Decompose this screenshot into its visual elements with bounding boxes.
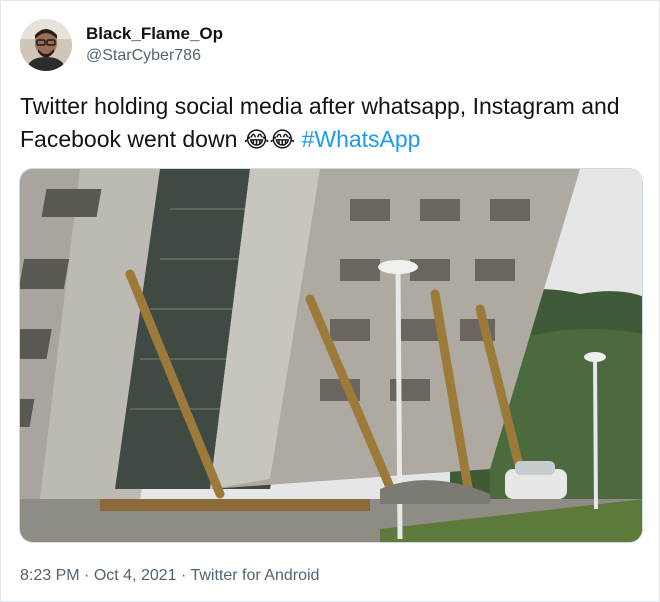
avatar[interactable] — [20, 19, 72, 71]
meta-separator: · — [84, 567, 90, 584]
tweet-source[interactable]: Twitter for Android — [190, 567, 319, 584]
tweet-image[interactable] — [19, 168, 643, 543]
tweet-card: Black_Flame_Op @StarCyber786 Twitter hol… — [0, 0, 660, 602]
leaning-building-photo — [20, 169, 642, 542]
user-names: Black_Flame_Op @StarCyber786 — [86, 24, 223, 66]
tweet-meta: 8:23 PM · Oct 4, 2021 · Twitter for Andr… — [20, 566, 319, 586]
hashtag-link[interactable]: #WhatsApp — [302, 126, 421, 152]
display-name[interactable]: Black_Flame_Op — [86, 24, 223, 44]
tweet-text: Twitter holding social media after whats… — [20, 90, 645, 156]
tears-of-joy-emoji-icon: 😂😂 — [243, 127, 296, 152]
avatar-image — [20, 19, 72, 71]
meta-separator-2: · — [181, 567, 187, 584]
tweet-header: Black_Flame_Op @StarCyber786 — [20, 19, 223, 71]
tweet-date[interactable]: Oct 4, 2021 — [94, 567, 177, 584]
tweet-time[interactable]: 8:23 PM — [20, 567, 80, 584]
user-handle[interactable]: @StarCyber786 — [86, 46, 223, 66]
